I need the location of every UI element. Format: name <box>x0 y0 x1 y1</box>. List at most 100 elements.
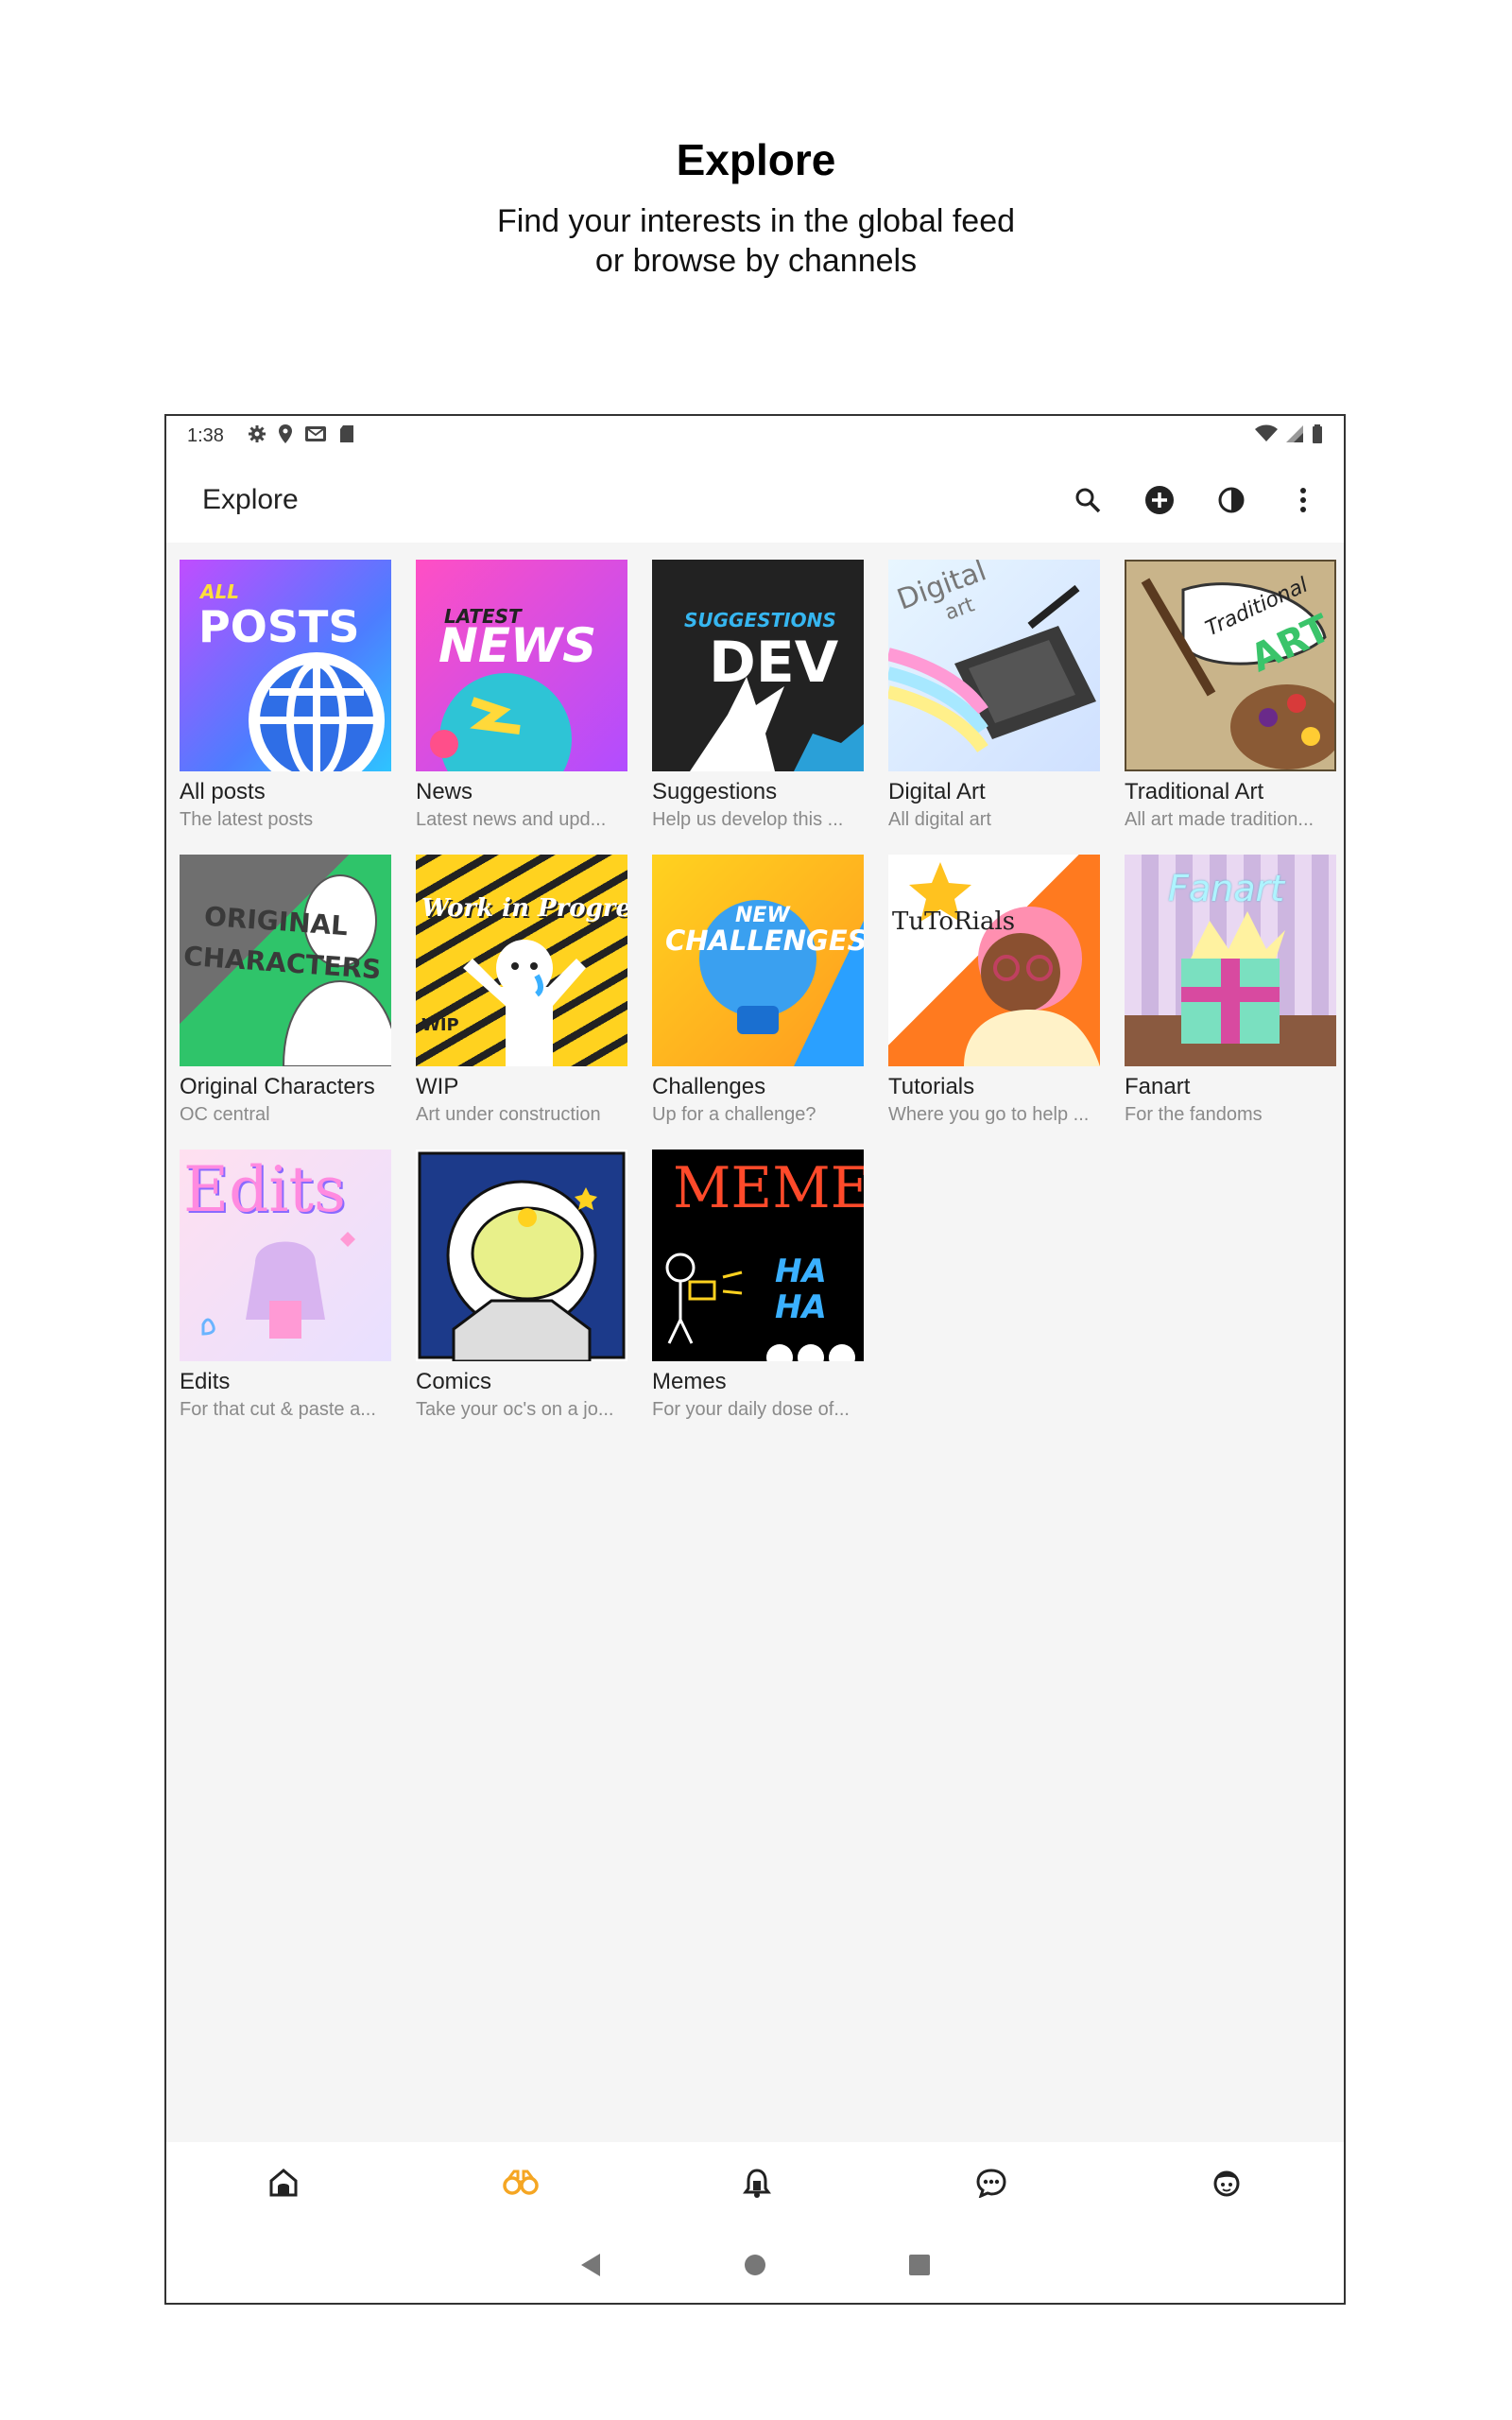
thumb-text: DEV <box>709 630 839 696</box>
back-icon[interactable] <box>579 2252 602 2278</box>
channel-name: Traditional Art <box>1125 779 1264 804</box>
channel-description: OC central <box>180 1104 270 1125</box>
channel-thumbnail: TuToRials <box>888 855 1100 1066</box>
more-vert-icon <box>1300 488 1306 512</box>
channel-thumbnail: ALL POSTS <box>180 560 391 771</box>
channel-thumbnail: Fanart <box>1125 855 1336 1066</box>
channel-description: Up for a challenge? <box>652 1104 816 1125</box>
channel-card-memes[interactable]: MEMES HA HA Memes For your daily dose of… <box>652 1150 864 1433</box>
app-bar: Explore <box>166 456 1344 543</box>
nav-profile-button[interactable] <box>1211 2168 1242 2203</box>
channel-card-suggestions[interactable]: SUGGESTIONS DEV Suggestions Help us deve… <box>652 560 864 843</box>
channel-name: All posts <box>180 779 266 804</box>
channel-card-digital-art[interactable]: Digital art Digital Art All digital art <box>888 560 1100 843</box>
binoculars-icon <box>503 2169 539 2195</box>
channel-description: Art under construction <box>416 1104 601 1125</box>
channel-card-fanart[interactable]: Fanart Fanart For the fandoms <box>1125 855 1336 1138</box>
promo-subtitle-line1: Find your interests in the global feed <box>496 203 1016 239</box>
thumb-text: TuToRials <box>892 908 1016 936</box>
add-circle-icon <box>1145 486 1174 514</box>
device-screen: 1:38 Explore ALL POSTS All posts The lat… <box>164 414 1346 2305</box>
sd-card-icon <box>340 425 353 442</box>
channel-name: Challenges <box>652 1074 766 1099</box>
status-time: 1:38 <box>187 425 224 446</box>
recents-icon[interactable] <box>908 2254 931 2276</box>
channel-card-wip[interactable]: Work in Progress WIP WIP Art under const… <box>416 855 627 1138</box>
signal-icon <box>1286 425 1303 442</box>
contrast-icon <box>1218 487 1245 513</box>
system-navigation-bar <box>166 2227 1344 2303</box>
channel-card-comics[interactable]: Comics Take your oc's on a jo... <box>416 1150 627 1433</box>
app-bar-title: Explore <box>202 484 299 515</box>
channel-description: The latest posts <box>180 809 314 830</box>
channel-card-tutorials[interactable]: TuToRials Tutorials Where you go to help… <box>888 855 1100 1138</box>
channel-card-original-characters[interactable]: ORIGINAL CHARACTERS Original Characters … <box>180 855 391 1138</box>
wifi-icon <box>1255 424 1278 441</box>
nav-notifications-button[interactable] <box>743 2168 771 2203</box>
channel-name: WIP <box>416 1074 459 1099</box>
channel-description: For your daily dose of... <box>652 1399 850 1420</box>
channel-description: Where you go to help ... <box>888 1104 1090 1125</box>
search-button[interactable] <box>1066 478 1109 522</box>
channel-thumbnail: Work in Progress WIP <box>416 855 627 1066</box>
channel-thumbnail: MEMES HA HA <box>652 1150 864 1361</box>
channel-description: All art made tradition... <box>1125 809 1314 830</box>
settings-icon <box>249 425 266 442</box>
channel-name: Suggestions <box>652 779 778 804</box>
thumb-text: HA HA <box>775 1253 827 1326</box>
nav-explore-button[interactable] <box>503 2168 539 2203</box>
promo-subtitle-line2: or browse by channels <box>594 243 918 279</box>
channel-description: Latest news and upd... <box>416 809 607 830</box>
thumb-text: WIP <box>421 1015 459 1035</box>
nav-chat-button[interactable] <box>975 2168 1007 2203</box>
chat-icon <box>976 2168 1006 2199</box>
channel-card-traditional-art[interactable]: Traditional ART Traditional Art All art … <box>1125 560 1336 843</box>
bell-icon <box>743 2168 771 2198</box>
channel-name: Memes <box>652 1369 727 1394</box>
more-options-button[interactable] <box>1281 478 1325 522</box>
channel-description: Help us develop this ... <box>652 809 844 830</box>
channel-thumbnail: ORIGINAL CHARACTERS <box>180 855 391 1066</box>
thumb-text: POSTS <box>198 601 360 652</box>
channel-card-news[interactable]: LATEST NEWS News Latest news and upd... <box>416 560 627 843</box>
channel-description: For that cut & paste a... <box>180 1399 376 1420</box>
search-icon <box>1075 488 1101 513</box>
status-bar: 1:38 <box>166 416 1344 456</box>
thumb-text: CHALLENGES <box>665 925 864 957</box>
thumb-text: Fanart <box>1168 868 1285 909</box>
battery-icon <box>1313 424 1322 443</box>
channel-card-all-posts[interactable]: ALL POSTS All posts The latest posts <box>180 560 391 843</box>
channel-thumbnail: LATEST NEWS <box>416 560 627 771</box>
channel-description: Take your oc's on a jo... <box>416 1399 614 1420</box>
nav-home-button[interactable] <box>268 2168 299 2203</box>
channel-thumbnail: Edits <box>180 1150 391 1361</box>
channel-name: Edits <box>180 1369 231 1394</box>
profile-icon <box>1213 2170 1240 2196</box>
channel-name: Comics <box>416 1369 492 1394</box>
channel-name: Tutorials <box>888 1074 975 1099</box>
channel-description: For the fandoms <box>1125 1104 1263 1125</box>
channel-thumbnail: SUGGESTIONS DEV <box>652 560 864 771</box>
channel-card-edits[interactable]: Edits Edits For that cut & paste a... <box>180 1150 391 1433</box>
mail-icon <box>305 426 326 441</box>
home-icon <box>269 2168 298 2196</box>
channel-thumbnail: Digital art <box>888 560 1100 771</box>
thumb-text: ALL <box>200 580 239 603</box>
theme-toggle-button[interactable] <box>1210 478 1253 522</box>
thumb-text: MEMES <box>673 1155 864 1221</box>
promo-title: Explore <box>676 135 836 184</box>
thumb-text: Work in Progress <box>421 894 627 923</box>
channel-name: Fanart <box>1125 1074 1191 1099</box>
add-post-button[interactable] <box>1138 478 1181 522</box>
home-circle-icon[interactable] <box>744 2254 766 2276</box>
channel-description: All digital art <box>888 809 991 830</box>
channel-card-challenges[interactable]: NEW CHALLENGES Challenges Up for a chall… <box>652 855 864 1138</box>
channel-name: Original Characters <box>180 1074 375 1099</box>
channel-name: Digital Art <box>888 779 986 804</box>
channel-thumbnail: Traditional ART <box>1125 560 1336 771</box>
thumb-text: SUGGESTIONS <box>684 609 836 631</box>
location-icon <box>279 424 292 443</box>
channel-name: News <box>416 779 473 804</box>
channel-thumbnail: NEW CHALLENGES <box>652 855 864 1066</box>
thumb-text: Edits <box>183 1153 346 1226</box>
